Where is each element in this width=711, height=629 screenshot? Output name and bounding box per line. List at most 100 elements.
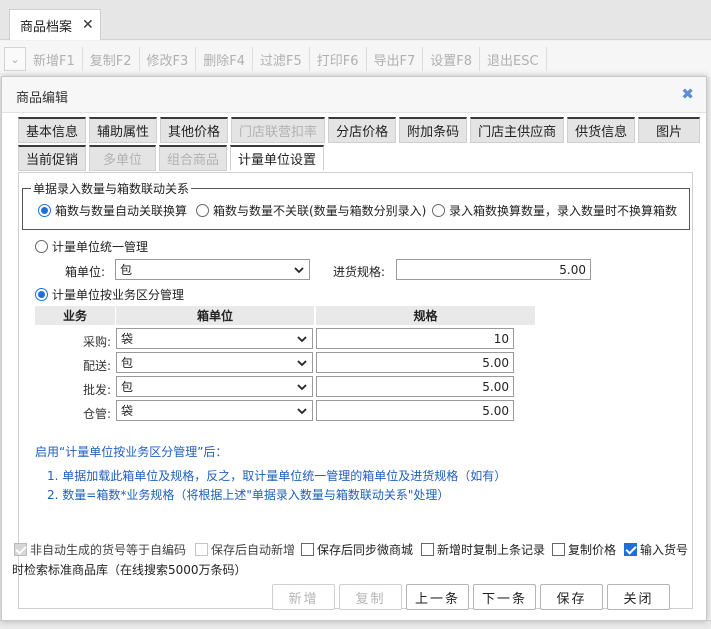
option-copy-last-record[interactable]: 新增时复制上条记录 bbox=[421, 541, 545, 558]
chevron-down-icon bbox=[297, 360, 307, 367]
copy-button[interactable]: 复制 bbox=[339, 584, 402, 610]
checkbox bbox=[552, 543, 565, 556]
tab-aux-attributes[interactable]: 辅助属性 bbox=[89, 117, 158, 143]
tab-multi-unit: 多单位 bbox=[89, 145, 157, 171]
note-line-1: 1. 单据加载此箱单位及规格，反之，取计量单位统一管理的箱单位及进货规格（如有） bbox=[47, 469, 507, 483]
purchase-spec-label: 进货规格: bbox=[333, 265, 386, 279]
box-unit-label: 箱单位: bbox=[65, 265, 106, 279]
tab-current-promotion[interactable]: 当前促销 bbox=[18, 145, 87, 171]
select-value: 包 bbox=[120, 263, 133, 277]
box-unit-select[interactable]: 包 bbox=[115, 259, 310, 280]
select-value: 袋 bbox=[121, 404, 134, 418]
radio-label: 箱数与数量自动关联换算 bbox=[55, 204, 188, 218]
wholesale-spec-field[interactable]: 5.00 bbox=[316, 376, 514, 397]
row-label-delivery: 配送: bbox=[82, 359, 111, 373]
new-button[interactable]: 新增 bbox=[272, 584, 335, 610]
app-tab-label: 商品档案 bbox=[20, 19, 73, 35]
row-label-purchase: 采购: bbox=[82, 335, 111, 349]
checkbox bbox=[301, 543, 314, 556]
tab-row-2: 当前促销 多单位 组合商品 计量单位设置 bbox=[18, 145, 327, 171]
row-label-wholesale: 批发: bbox=[82, 383, 111, 397]
toolbar-exit-button[interactable]: 退出ESC bbox=[480, 47, 547, 71]
close-icon[interactable]: ✕ bbox=[82, 17, 94, 33]
dialog-title: 商品编辑 bbox=[16, 91, 69, 106]
app-tab-bar: 商品档案 ✕ bbox=[0, 0, 711, 40]
tab-images[interactable]: 图片 bbox=[638, 117, 701, 143]
header-box-unit: 箱单位 bbox=[115, 306, 314, 325]
option-sync-micro-mall[interactable]: 保存后同步微商城 bbox=[301, 541, 413, 558]
toolbar-export-button[interactable]: 导出F7 bbox=[367, 47, 424, 71]
header-spec: 规格 bbox=[315, 306, 535, 325]
tab-store-joint-rate: 门店联营扣率 bbox=[231, 117, 326, 143]
tab-combo-product: 组合商品 bbox=[159, 145, 228, 171]
checkbox bbox=[624, 543, 637, 556]
checkbox-label: 新增时复制上条记录 bbox=[437, 543, 546, 557]
wholesale-unit-select[interactable]: 包 bbox=[116, 376, 313, 397]
warehouse-unit-select[interactable]: 袋 bbox=[116, 400, 313, 421]
input-value: 5.00 bbox=[482, 355, 509, 370]
tab-basic-info[interactable]: 基本信息 bbox=[18, 117, 87, 143]
background-grid-strip bbox=[0, 620, 711, 629]
checkbox-label: 输入货号 bbox=[640, 543, 689, 557]
checkbox-label: 保存后同步微商城 bbox=[317, 543, 414, 557]
radio-dot bbox=[35, 288, 48, 301]
chevron-down-icon bbox=[294, 267, 304, 274]
radio-label: 计量单位按业务区分管理 bbox=[52, 288, 185, 302]
tab-other-prices[interactable]: 其他价格 bbox=[160, 117, 229, 143]
option-search-standard-library[interactable]: 输入货号 bbox=[624, 541, 688, 558]
radio-auto-convert[interactable]: 箱数与数量自动关联换算 bbox=[38, 202, 187, 219]
tab-row-1: 基本信息 辅助属性 其他价格 门店联营扣率 分店价格 附加条码 门店主供应商 供… bbox=[18, 117, 703, 143]
radio-unified-management[interactable]: 计量单位统一管理 bbox=[35, 238, 148, 255]
previous-button[interactable]: 上一条 bbox=[406, 584, 469, 610]
tab-store-main-supplier[interactable]: 门店主供应商 bbox=[470, 117, 565, 143]
purchase-spec-field[interactable]: 10 bbox=[316, 328, 514, 349]
delivery-unit-select[interactable]: 包 bbox=[116, 352, 313, 373]
delivery-spec-field[interactable]: 5.00 bbox=[316, 352, 514, 373]
close-button[interactable]: 关闭 bbox=[607, 584, 670, 610]
tab-unit-settings[interactable]: 计量单位设置 bbox=[230, 145, 325, 171]
radio-dot bbox=[38, 204, 51, 217]
app-tab-product-archive[interactable]: 商品档案 ✕ bbox=[9, 9, 101, 40]
save-button[interactable]: 保存 bbox=[540, 584, 603, 610]
radio-label: 箱数与数量不关联(数量与箱数分别录入) bbox=[213, 204, 427, 218]
checkbox bbox=[421, 543, 434, 556]
purchase-spec-input[interactable]: 5.00 bbox=[396, 259, 591, 280]
toolbar-settings-button[interactable]: 设置F8 bbox=[423, 47, 480, 71]
input-value: 5.00 bbox=[559, 262, 586, 277]
tab-supply-info[interactable]: 供货信息 bbox=[567, 117, 636, 143]
chevron-down-icon bbox=[297, 408, 307, 415]
select-value: 袋 bbox=[121, 332, 134, 346]
chevron-down-icon[interactable]: ⌄ bbox=[4, 47, 26, 71]
toolbar-edit-button[interactable]: 修改F3 bbox=[140, 47, 197, 71]
toolbar-print-button[interactable]: 打印F6 bbox=[310, 47, 367, 71]
dialog-header: 商品编辑 ✖ bbox=[2, 77, 706, 113]
radio-dot bbox=[35, 240, 48, 253]
input-value: 5.00 bbox=[482, 403, 509, 418]
radio-dot bbox=[196, 204, 209, 217]
radio-box-to-qty-only[interactable]: 录入箱数换算数量，录入数量时不换算箱数 bbox=[432, 202, 677, 219]
tab-extra-barcodes[interactable]: 附加条码 bbox=[399, 117, 468, 143]
option-search-tail-text: 时检索标准商品库（在线搜索5000万条码） bbox=[12, 563, 247, 577]
linkage-legend: 单据录入数量与箱数联动关系 bbox=[31, 180, 192, 197]
radio-by-business-management[interactable]: 计量单位按业务区分管理 bbox=[35, 286, 184, 303]
tab-branch-prices[interactable]: 分店价格 bbox=[328, 117, 397, 143]
note-intro: 启用“计量单位按业务区分管理”后： bbox=[35, 445, 228, 459]
input-value: 10 bbox=[493, 331, 509, 346]
toolbar-delete-button[interactable]: 删除F4 bbox=[196, 47, 253, 71]
option-copy-price[interactable]: 复制价格 bbox=[552, 541, 616, 558]
purchase-unit-select[interactable]: 袋 bbox=[116, 328, 313, 349]
radio-label: 计量单位统一管理 bbox=[52, 240, 149, 254]
checkbox-label: 复制价格 bbox=[568, 543, 617, 557]
toolbar-new-button[interactable]: 新增F1 bbox=[26, 47, 83, 71]
linkage-groupbox: 单据录入数量与箱数联动关系 箱数与数量自动关联换算 箱数与数量不关联(数量与箱数… bbox=[22, 180, 690, 230]
toolbar-copy-button[interactable]: 复制F2 bbox=[83, 47, 140, 71]
toolbar-filter-button[interactable]: 过滤F5 bbox=[253, 47, 310, 71]
chevron-down-icon bbox=[297, 336, 307, 343]
close-icon[interactable]: ✖ bbox=[681, 85, 694, 103]
warehouse-spec-field[interactable]: 5.00 bbox=[316, 400, 514, 421]
radio-no-link[interactable]: 箱数与数量不关联(数量与箱数分别录入) bbox=[196, 202, 426, 219]
note-line-2: 2. 数量=箱数*业务规格（将根据上述"单据录入数量与箱数联动关系"处理） bbox=[47, 488, 450, 502]
radio-dot bbox=[432, 204, 445, 217]
next-button[interactable]: 下一条 bbox=[473, 584, 536, 610]
header-business: 业务 bbox=[35, 306, 115, 325]
